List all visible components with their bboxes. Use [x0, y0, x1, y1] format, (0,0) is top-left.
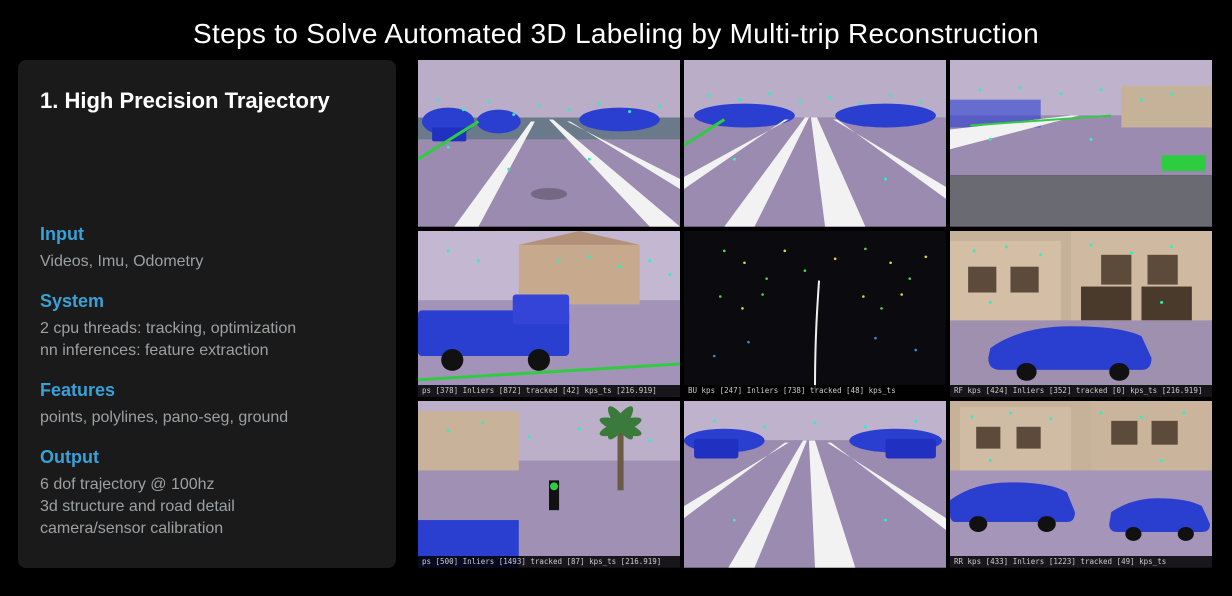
section-text-system: 2 cpu threads: tracking, optimization nn… — [40, 318, 374, 362]
tile-bottom-left: ps [500] Inliers [1493] tracked [87] kps… — [418, 401, 680, 568]
section-label-system: System — [40, 291, 374, 312]
tile-front-left — [418, 60, 680, 227]
tile-status: RF kps [424] Inliers [352] tracked [0] k… — [950, 385, 1212, 397]
tile-front-center — [684, 60, 946, 227]
tile-mid-center: BU kps [247] Inliers [738] tracked [48] … — [684, 231, 946, 398]
section-text-input: Videos, Imu, Odometry — [40, 251, 374, 273]
tile-status: RR kps [433] Inliers [1223] tracked [49]… — [950, 556, 1212, 568]
section-text-features: points, polylines, pano-seg, ground — [40, 407, 374, 429]
tile-status: ps [378] Inliers [872] tracked [42] kps_… — [418, 385, 680, 397]
tile-bottom-center — [684, 401, 946, 568]
tile-mid-right: RF kps [424] Inliers [352] tracked [0] k… — [950, 231, 1212, 398]
step-heading: 1. High Precision Trajectory — [40, 88, 374, 114]
section-label-output: Output — [40, 447, 374, 468]
section-label-input: Input — [40, 224, 374, 245]
tile-status: BU kps [247] Inliers [738] tracked [48] … — [684, 385, 946, 397]
slide-title: Steps to Solve Automated 3D Labeling by … — [0, 0, 1232, 60]
tile-mid-left: ps [378] Inliers [872] tracked [42] kps_… — [418, 231, 680, 398]
tile-status: ps [500] Inliers [1493] tracked [87] kps… — [418, 556, 680, 568]
section-label-features: Features — [40, 380, 374, 401]
tile-front-right — [950, 60, 1212, 227]
tile-bottom-right: RR kps [433] Inliers [1223] tracked [49]… — [950, 401, 1212, 568]
camera-grid: ps [378] Inliers [872] tracked [42] kps_… — [418, 60, 1212, 568]
left-panel: 1. High Precision Trajectory Input Video… — [18, 60, 396, 568]
section-text-output: 6 dof trajectory @ 100hz 3d structure an… — [40, 474, 374, 540]
